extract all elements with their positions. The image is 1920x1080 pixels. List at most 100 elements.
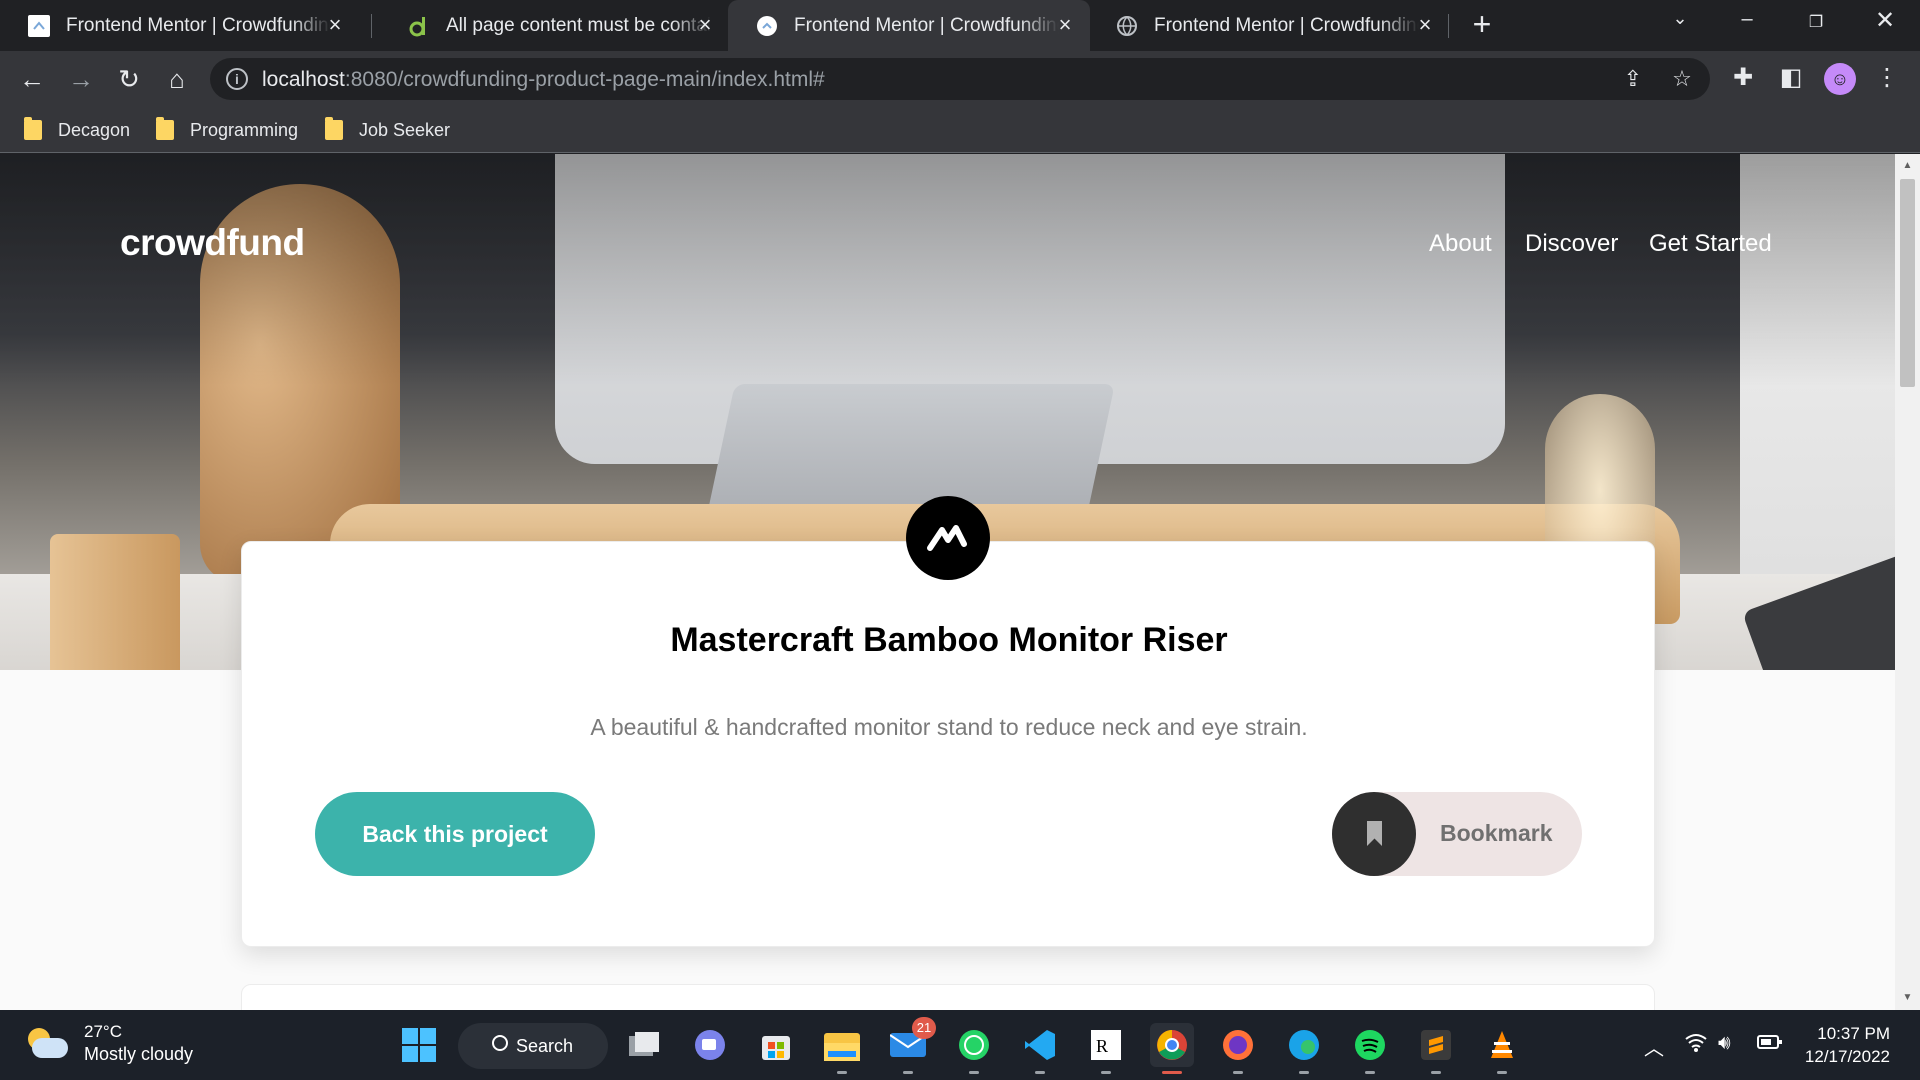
site-logo[interactable]: crowdfund [120,222,305,264]
bookmark-folder-job-seeker[interactable]: Job Seeker [325,116,450,144]
chrome-icon[interactable] [1150,1023,1194,1074]
browser-tab-bar: Frontend Mentor | Crowdfunding × All pag… [0,0,1920,51]
folder-icon [325,117,343,140]
microsoft-store-icon[interactable] [754,1023,798,1067]
running-indicator [1299,1071,1309,1074]
tab-separator [1448,14,1449,38]
edge-icon[interactable] [1282,1023,1326,1074]
nav-about[interactable]: About [1429,230,1492,258]
search-label: Search [516,1035,574,1056]
vscode-icon[interactable] [1018,1023,1062,1074]
whatsapp-icon[interactable] [952,1023,996,1074]
folder-icon [24,117,42,140]
page-viewport: crowdfund About Discover Get Started Mas… [0,154,1895,1010]
weather-desc: Mostly cloudy [84,1044,194,1064]
menu-dots-icon[interactable]: ⋮ [1872,63,1902,93]
bookmark-folder-programming[interactable]: Programming [156,116,298,144]
tab-search-chevron-icon[interactable]: ⌄ [1660,8,1700,29]
scrollbar-thumb[interactable] [1900,179,1915,387]
volume-icon[interactable]: 🔊︎ [1718,1032,1731,1055]
weather-widget[interactable]: 27°C Mostly cloudy [26,1022,193,1065]
firefox-icon[interactable] [1216,1023,1260,1074]
system-clock[interactable]: 10:37 PM 12/17/2022 [1790,1022,1890,1068]
restore-button[interactable]: ❐ [1796,12,1836,32]
bookmark-folder-decagon[interactable]: Decagon [24,116,130,144]
running-indicator [1035,1071,1045,1074]
address-bar[interactable]: i localhost:8080/crowdfunding-product-pa… [210,58,1710,100]
weather-temp: 27°C [84,1022,122,1041]
running-indicator [837,1071,847,1074]
project-card: Mastercraft Bamboo Monitor Riser A beaut… [241,541,1655,947]
bookmark-button[interactable]: Bookmark [1332,792,1582,876]
project-title: Mastercraft Bamboo Monitor Riser [670,621,1228,659]
bookmark-label: Job Seeker [359,119,451,140]
clock-date: 12/17/2022 [1804,1047,1890,1066]
project-subtitle: A beautiful & handcrafted monitor stand … [590,714,1308,740]
taskbar-search[interactable]: Search [458,1023,608,1069]
site-info-icon[interactable]: i [226,68,248,90]
nav-discover[interactable]: Discover [1525,230,1618,258]
bookmark-star-icon[interactable]: ☆ [1669,66,1695,92]
back-project-button[interactable]: Back this project [315,792,595,876]
bookmark-label: Decagon [58,119,131,140]
vlc-icon[interactable] [1480,1023,1524,1074]
bookmark-label: Programming [190,119,299,140]
close-tab-icon[interactable]: × [1054,14,1076,36]
windows-taskbar: 27°C Mostly cloudy Search 21 R ︿ 🔊︎ 10:3… [0,1010,1920,1080]
search-icon [492,1035,508,1051]
close-window-button[interactable]: ✕ [1865,6,1905,35]
nav-get-started[interactable]: Get Started [1649,230,1772,258]
running-indicator [1497,1071,1507,1074]
side-panel-icon[interactable]: ◧ [1776,63,1806,93]
minimize-button[interactable]: – [1727,8,1767,31]
tab-4[interactable]: Frontend Mentor | Crowdfunding × [1088,0,1450,51]
clock-time: 10:37 PM [1817,1024,1890,1043]
running-indicator [1431,1071,1441,1074]
d-favicon-icon [408,15,430,37]
browser-toolbar: ← → ↻ ⌂ i localhost:8080/crowdfunding-pr… [0,51,1920,107]
tab-title: Frontend Mentor | Crowdfunding [1154,14,1419,36]
share-icon[interactable]: ⇪ [1620,66,1646,92]
close-tab-icon[interactable]: × [694,14,716,36]
file-explorer-icon[interactable] [820,1023,864,1074]
tray-overflow-chevron-icon[interactable]: ︿ [1644,1032,1664,1061]
teams-chat-icon[interactable] [688,1023,732,1067]
spotify-icon[interactable] [1348,1023,1392,1074]
task-view-icon[interactable] [622,1023,666,1067]
scroll-up-arrow-icon[interactable]: ▲ [1901,160,1914,171]
mastercraft-logo-icon [906,496,990,580]
tab-separator [371,14,372,38]
page-scrollbar[interactable]: ▲ ▼ [1895,154,1920,1010]
globe-icon [1116,15,1138,37]
app-r-icon[interactable]: R [1084,1023,1128,1074]
mail-icon[interactable]: 21 [886,1017,936,1074]
forward-arrow-icon[interactable]: → [65,63,97,95]
wifi-icon[interactable] [1684,1032,1708,1058]
sublime-text-icon[interactable] [1414,1023,1458,1074]
stats-card-partial [241,984,1655,1010]
running-indicator [1101,1071,1111,1074]
tab-2[interactable]: All page content must be contain × [380,0,730,51]
close-tab-icon[interactable]: × [324,14,346,36]
profile-avatar[interactable]: ☺ [1824,63,1856,95]
reload-icon[interactable]: ↻ [113,63,145,95]
cloudy-weather-icon [26,1027,68,1060]
bookmarks-bar: Decagon Programming Job Seeker [0,107,1920,153]
battery-icon[interactable] [1756,1032,1784,1058]
frontend-mentor-favicon-icon [28,14,50,37]
close-tab-icon[interactable]: × [1414,14,1436,36]
back-arrow-icon[interactable]: ← [16,63,48,95]
extensions-puzzle-icon[interactable]: ✚ [1728,63,1758,93]
active-indicator [1162,1071,1182,1074]
tab-1[interactable]: Frontend Mentor | Crowdfunding × [0,0,360,51]
new-tab-button[interactable]: + [1467,8,1497,40]
scroll-down-arrow-icon[interactable]: ▼ [1901,992,1914,1003]
start-windows-icon[interactable] [397,1023,441,1067]
tab-title: All page content must be contain [446,14,711,36]
running-indicator [1365,1071,1375,1074]
running-indicator [969,1071,979,1074]
home-icon[interactable]: ⌂ [161,63,193,95]
tab-3-active[interactable]: Frontend Mentor | Crowdfunding × [728,0,1090,51]
bookmark-label: Bookmark [1440,820,1553,846]
tab-title: Frontend Mentor | Crowdfunding [66,14,331,36]
